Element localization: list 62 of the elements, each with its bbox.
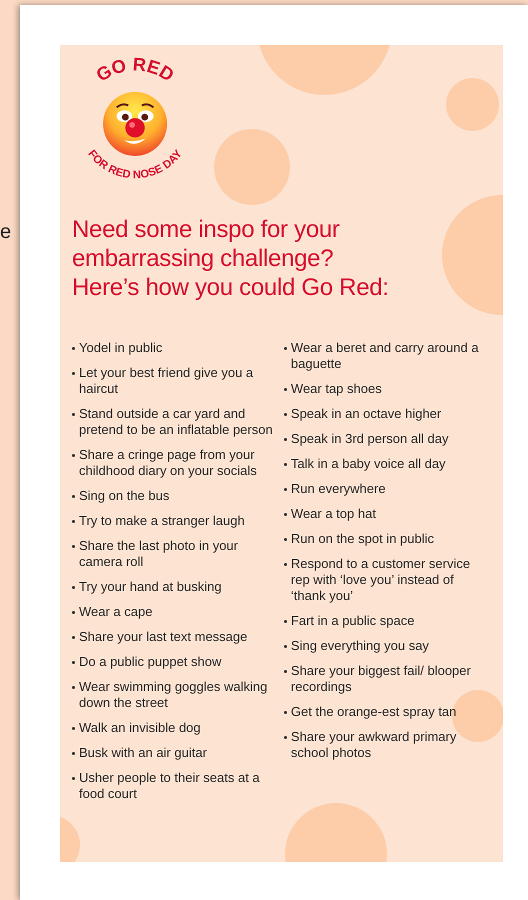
- list-item: Share your awkward primary school photos: [290, 729, 458, 761]
- cut-off-text: e: [0, 222, 12, 242]
- list-item: Do a public puppet show: [79, 654, 222, 670]
- list-item: Try to make a stranger laugh: [79, 513, 245, 529]
- list-item: Wear a top hat: [290, 506, 376, 522]
- list-item: Sing everything you say: [290, 638, 429, 654]
- bullet-icon: [72, 454, 75, 457]
- bullet-icon: [72, 545, 75, 548]
- list-item: Stand outside a car yard and pretend to be an inflatable person: [79, 406, 274, 438]
- bullet-icon: [284, 711, 287, 714]
- bullet-icon: [72, 752, 75, 755]
- bullet-icon: [284, 563, 287, 566]
- bullet-icon: [72, 611, 75, 614]
- list-item: Wear tap shoes: [290, 381, 382, 397]
- list-item: Talk in a baby voice all day: [290, 456, 446, 472]
- list-item: Get the orange-est spray tan: [290, 704, 456, 720]
- list-item: Wear a beret and carry around a baguette: [290, 340, 480, 372]
- bullet-icon: [72, 636, 75, 639]
- list-item: Share your last text message: [79, 629, 248, 645]
- bullet-icon: [72, 495, 75, 498]
- bullet-icon: [72, 727, 75, 730]
- list-item: Speak in an octave higher: [290, 406, 442, 422]
- list-item: Try your hand at busking: [79, 579, 222, 595]
- list-item: Usher people to their seats at a food court: [79, 770, 261, 802]
- bullet-icon: [284, 488, 287, 491]
- list-item: Respond to a customer service rep with ‘love you’ instead of ‘thank you’: [290, 556, 472, 604]
- list-item: Share a cringe page from your childhood diary on your socials: [79, 447, 258, 479]
- bullet-icon: [72, 586, 75, 589]
- bullet-icon: [72, 520, 75, 523]
- bullet-icon: [284, 438, 287, 441]
- list-item: Wear a cape: [79, 604, 152, 620]
- list-item: Run everywhere: [290, 481, 386, 497]
- bullet-icon: [72, 413, 75, 416]
- list-item: Yodel in public: [79, 340, 162, 356]
- list-item: Share the last photo in your camera roll: [79, 538, 239, 570]
- bullet-icon: [284, 645, 287, 648]
- bullet-icon: [284, 347, 287, 350]
- bullet-icon: [284, 513, 287, 516]
- heading-line: Need some inspo for your: [72, 215, 341, 244]
- bullet-icon: [72, 347, 75, 350]
- bullet-icon: [72, 686, 75, 689]
- bullet-icon: [284, 670, 287, 673]
- bullet-icon: [72, 372, 75, 375]
- list-item: Sing on the bus: [79, 488, 170, 504]
- bullet-icon: [284, 463, 287, 466]
- list-item: Speak in 3rd person all day: [290, 431, 448, 447]
- list-item: Let your best friend give you a haircut: [79, 365, 254, 397]
- bullet-icon: [284, 413, 287, 416]
- list-item: Walk an invisible dog: [79, 720, 201, 736]
- list-item: Wear swimming goggles walking down the street: [79, 679, 268, 711]
- bullet-icon: [284, 736, 287, 739]
- list-item: Fart in a public space: [290, 613, 414, 629]
- heading-line: embarrassing challenge?: [72, 244, 334, 273]
- bullet-icon: [284, 538, 287, 541]
- bullet-icon: [284, 620, 287, 623]
- list-item: Run on the spot in public: [290, 531, 434, 547]
- bullet-icon: [72, 777, 75, 780]
- heading-line: Here’s how you could Go Red:: [72, 273, 390, 302]
- bullet-icon: [284, 388, 287, 391]
- bullet-icon: [72, 661, 75, 664]
- list-item: Share your biggest fail/ blooper recordings: [290, 663, 472, 695]
- list-item: Busk with an air guitar: [79, 745, 207, 761]
